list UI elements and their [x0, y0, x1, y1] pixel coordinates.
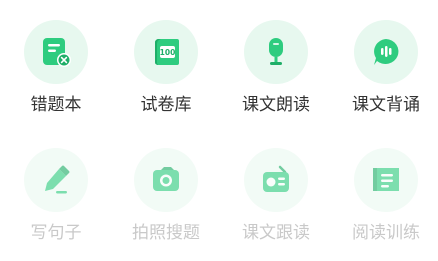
read-aloud-tile[interactable]: 课文朗读	[226, 20, 326, 130]
read-aloud-label: 课文朗读	[242, 95, 310, 115]
voice-bubble-icon	[374, 39, 399, 65]
error-notebook-tile[interactable]: 错题本	[6, 20, 106, 130]
exam-paper-label: 试卷库	[140, 95, 192, 115]
follow-read-label: 课文跟读	[242, 223, 310, 243]
exam-paper-icon: 100	[155, 39, 179, 65]
feature-grid: 错题本 100 试卷库 课文朗读 课文背诵 写句子 拍照搜题 课文跟读 阅读训练	[0, 0, 438, 261]
photo-search-tile[interactable]: 拍照搜题	[116, 148, 216, 258]
error-notebook-icon-circle	[24, 20, 88, 84]
open-book-icon	[373, 168, 399, 191]
camera-icon	[153, 167, 179, 191]
read-aloud-icon-circle	[244, 20, 308, 84]
recite-label: 课文背诵	[352, 95, 420, 115]
write-sentence-icon-circle	[24, 148, 88, 212]
write-sentence-label: 写句子	[30, 223, 82, 243]
recite-tile[interactable]: 课文背诵	[336, 20, 436, 130]
pencil-icon	[45, 165, 70, 194]
reading-practice-label: 阅读训练	[352, 223, 420, 243]
radio-icon	[263, 165, 289, 192]
error-notebook-label: 错题本	[30, 95, 82, 115]
exam-paper-icon-circle: 100	[134, 20, 198, 84]
photo-search-icon-circle	[134, 148, 198, 212]
reading-practice-icon-circle	[354, 148, 418, 212]
microphone-icon	[269, 38, 283, 65]
photo-search-label: 拍照搜题	[132, 223, 200, 243]
error-notebook-icon	[43, 38, 71, 67]
recite-icon-circle	[354, 20, 418, 84]
exam-paper-badge: 100	[160, 48, 176, 57]
follow-read-icon-circle	[244, 148, 308, 212]
write-sentence-tile[interactable]: 写句子	[6, 148, 106, 258]
reading-practice-tile[interactable]: 阅读训练	[336, 148, 436, 258]
exam-paper-tile[interactable]: 100 试卷库	[116, 20, 216, 130]
follow-read-tile[interactable]: 课文跟读	[226, 148, 326, 258]
